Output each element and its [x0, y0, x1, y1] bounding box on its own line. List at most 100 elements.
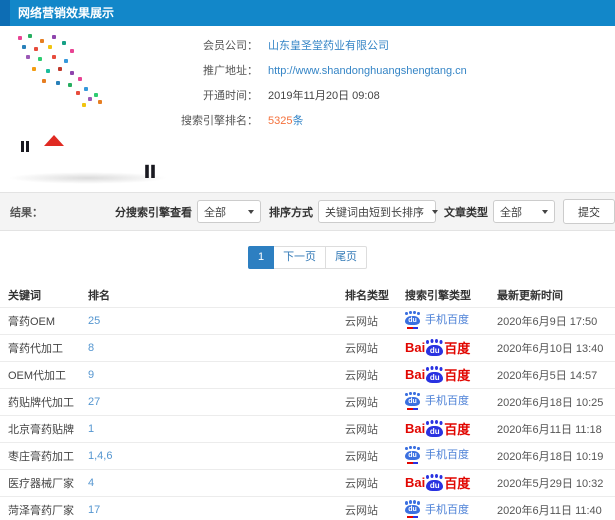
- header-updated: 最新更新时间: [497, 289, 563, 302]
- engine-cell: du 手机百度: [397, 495, 489, 520]
- rank-type-cell: 云网站: [337, 495, 397, 520]
- baidu-logo: Bai du 百度: [405, 338, 470, 357]
- rank-cell[interactable]: 1,4,6: [80, 441, 337, 469]
- table-row: 药贴牌代加工 27 云网站 du 手机百度 2020年6月18日 10:25: [0, 387, 615, 415]
- mobile-baidu-text: 手机百度: [425, 449, 469, 462]
- rank-cell[interactable]: 17: [80, 495, 337, 520]
- baidu-paw-icon: du: [426, 339, 444, 356]
- company-label: 会员公司：: [203, 40, 258, 52]
- businessman-left-figure: [21, 141, 29, 152]
- last-page-button[interactable]: 尾页: [326, 246, 368, 269]
- baidu-bai-text: Bai: [405, 475, 426, 490]
- table-row: 菏泽膏药厂家 17 云网站 du 手机百度 2020年6月11日 11:40: [0, 495, 615, 520]
- engine-cell: du 手机百度: [397, 441, 489, 469]
- keyword-cell: 北京膏药贴牌: [0, 414, 80, 442]
- engine-filter-select[interactable]: 全部: [197, 200, 261, 223]
- table-row: 膏药代加工 8 云网站 Bai du 百度 2020年6月10日 13:40: [0, 333, 615, 361]
- keyword-cell: 膏药OEM: [0, 306, 80, 334]
- keyword-cell: 枣庄膏药加工: [0, 441, 80, 469]
- rank-type-cell: 云网站: [337, 333, 397, 361]
- header-rank: 排名: [88, 289, 110, 302]
- mobile-baidu-text: 手机百度: [425, 395, 469, 408]
- rank-count-suffix: 条: [292, 115, 304, 127]
- rank-cell[interactable]: 8: [80, 333, 337, 361]
- sort-filter-select[interactable]: 关键词由短到长排序: [318, 200, 438, 223]
- table-row: OEM代加工 9 云网站 Bai du 百度 2020年6月5日 14:57: [0, 360, 615, 388]
- rank-count-number: 5325: [268, 115, 293, 127]
- baidu-paw-icon: du: [426, 474, 444, 491]
- article-type-label: 文章类型: [444, 206, 488, 219]
- baidu-paw-icon: du: [405, 501, 420, 518]
- rank-count-value: 5325条: [268, 109, 303, 134]
- rank-type-cell: 云网站: [337, 360, 397, 388]
- growth-arrow-icon: [44, 118, 64, 146]
- baidu-cn-text: 百度: [444, 341, 471, 356]
- updated-cell: 2020年6月18日 10:19: [489, 441, 615, 469]
- table-row: 北京膏药贴牌 1 云网站 Bai du 百度 2020年6月11日 11:18: [0, 414, 615, 442]
- rank-type-cell: 云网站: [337, 387, 397, 415]
- page-1-button[interactable]: 1: [247, 246, 275, 269]
- rank-count-label: 搜索引擎排名：: [181, 115, 258, 127]
- engine-cell: Bai du 百度: [397, 360, 489, 388]
- sort-filter-value: 关键词由短到长排序: [325, 206, 424, 219]
- promo-url-label: 推广地址：: [203, 65, 258, 77]
- baidu-paw-icon: du: [405, 311, 420, 329]
- rank-cell[interactable]: 27: [80, 387, 337, 415]
- updated-cell: 2020年6月18日 10:25: [489, 387, 615, 415]
- baidu-bai-text: Bai: [405, 421, 426, 436]
- businessman-right-figure: [145, 164, 155, 178]
- keyword-cell: OEM代加工: [0, 360, 80, 388]
- keyword-cell: 菏泽膏药厂家: [0, 495, 80, 520]
- results-table-body: 膏药OEM 25 云网站 du 手机百度 2020年6月9日 17:50 膏药代加工 8 云网站…: [0, 306, 615, 520]
- rank-cell[interactable]: 1: [80, 414, 337, 442]
- open-time-label: 开通时间：: [203, 90, 258, 102]
- company-name-link[interactable]: 山东皇圣堂药业有限公司: [268, 34, 389, 59]
- updated-cell: 2020年6月5日 14:57: [489, 360, 615, 388]
- baidu-logo: Bai du 百度: [405, 473, 470, 492]
- baidu-bai-text: Bai: [405, 340, 426, 355]
- header-rank-type: 排名类型: [345, 289, 389, 302]
- article-type-select[interactable]: 全部: [493, 200, 555, 223]
- baidu-cn-text: 百度: [444, 422, 471, 437]
- updated-cell: 2020年5月29日 10:32: [489, 468, 615, 496]
- rank-cell[interactable]: 25: [80, 306, 337, 334]
- engine-cell: Bai du 百度: [397, 333, 489, 361]
- rank-type-cell: 云网站: [337, 414, 397, 442]
- rank-cell[interactable]: 4: [80, 468, 337, 496]
- rank-type-cell: 云网站: [337, 306, 397, 334]
- baidu-paw-icon: du: [405, 392, 420, 410]
- next-page-button[interactable]: 下一页: [274, 246, 327, 269]
- result-label: 结果：: [10, 206, 43, 219]
- filter-controls: 分搜索引擎查看 全部 排序方式 关键词由短到长排序 文章类型 全部 提交: [107, 199, 615, 224]
- mobile-baidu-logo: du 手机百度: [405, 311, 469, 329]
- updated-cell: 2020年6月10日 13:40: [489, 333, 615, 361]
- engine-cell: du 手机百度: [397, 306, 489, 334]
- engine-cell: Bai du 百度: [397, 414, 489, 442]
- open-time-value: 2019年11月20日 09:08: [268, 90, 380, 102]
- confetti-decoration: [18, 36, 22, 40]
- chevron-down-icon: [542, 209, 548, 214]
- page-title: 网络营销效果展示: [18, 6, 115, 20]
- submit-button[interactable]: 提交: [563, 199, 615, 224]
- promo-url-link[interactable]: http://www.shandonghuangshengtang.cn: [268, 59, 467, 84]
- floor-shadow: [8, 172, 168, 184]
- baidu-cn-text: 百度: [444, 368, 471, 383]
- mobile-baidu-text: 手机百度: [425, 503, 469, 516]
- pagination: 1 下一页 尾页: [0, 231, 615, 283]
- table-row: 膏药OEM 25 云网站 du 手机百度 2020年6月9日 17:50: [0, 306, 615, 334]
- company-info-list: 会员公司： 山东皇圣堂药业有限公司 推广地址： http://www.shand…: [180, 34, 610, 134]
- info-row-company: 会员公司： 山东皇圣堂药业有限公司: [180, 34, 610, 59]
- table-row: 医疗器械厂家 4 云网站 Bai du 百度 2020年5月29日 10:32: [0, 468, 615, 496]
- chevron-down-icon: [248, 209, 254, 214]
- baidu-logo: Bai du 百度: [405, 419, 470, 438]
- table-header-row: 关键词 排名 排名类型 搜索引擎类型 最新更新时间: [0, 283, 615, 307]
- keyword-cell: 医疗器械厂家: [0, 468, 80, 496]
- engine-cell: Bai du 百度: [397, 468, 489, 496]
- header-engine-type: 搜索引擎类型: [405, 289, 471, 302]
- filter-bar: 结果： 分搜索引擎查看 全部 排序方式 关键词由短到长排序 文章类型 全部 提交: [0, 192, 615, 231]
- article-type-value: 全部: [500, 206, 522, 219]
- info-row-url: 推广地址： http://www.shandonghuangshengtang.…: [180, 59, 610, 84]
- rank-cell[interactable]: 9: [80, 360, 337, 388]
- table-row: 枣庄膏药加工 1,4,6 云网站 du 手机百度 2020年6月18日 10:19: [0, 441, 615, 469]
- baidu-paw-icon: du: [426, 366, 444, 383]
